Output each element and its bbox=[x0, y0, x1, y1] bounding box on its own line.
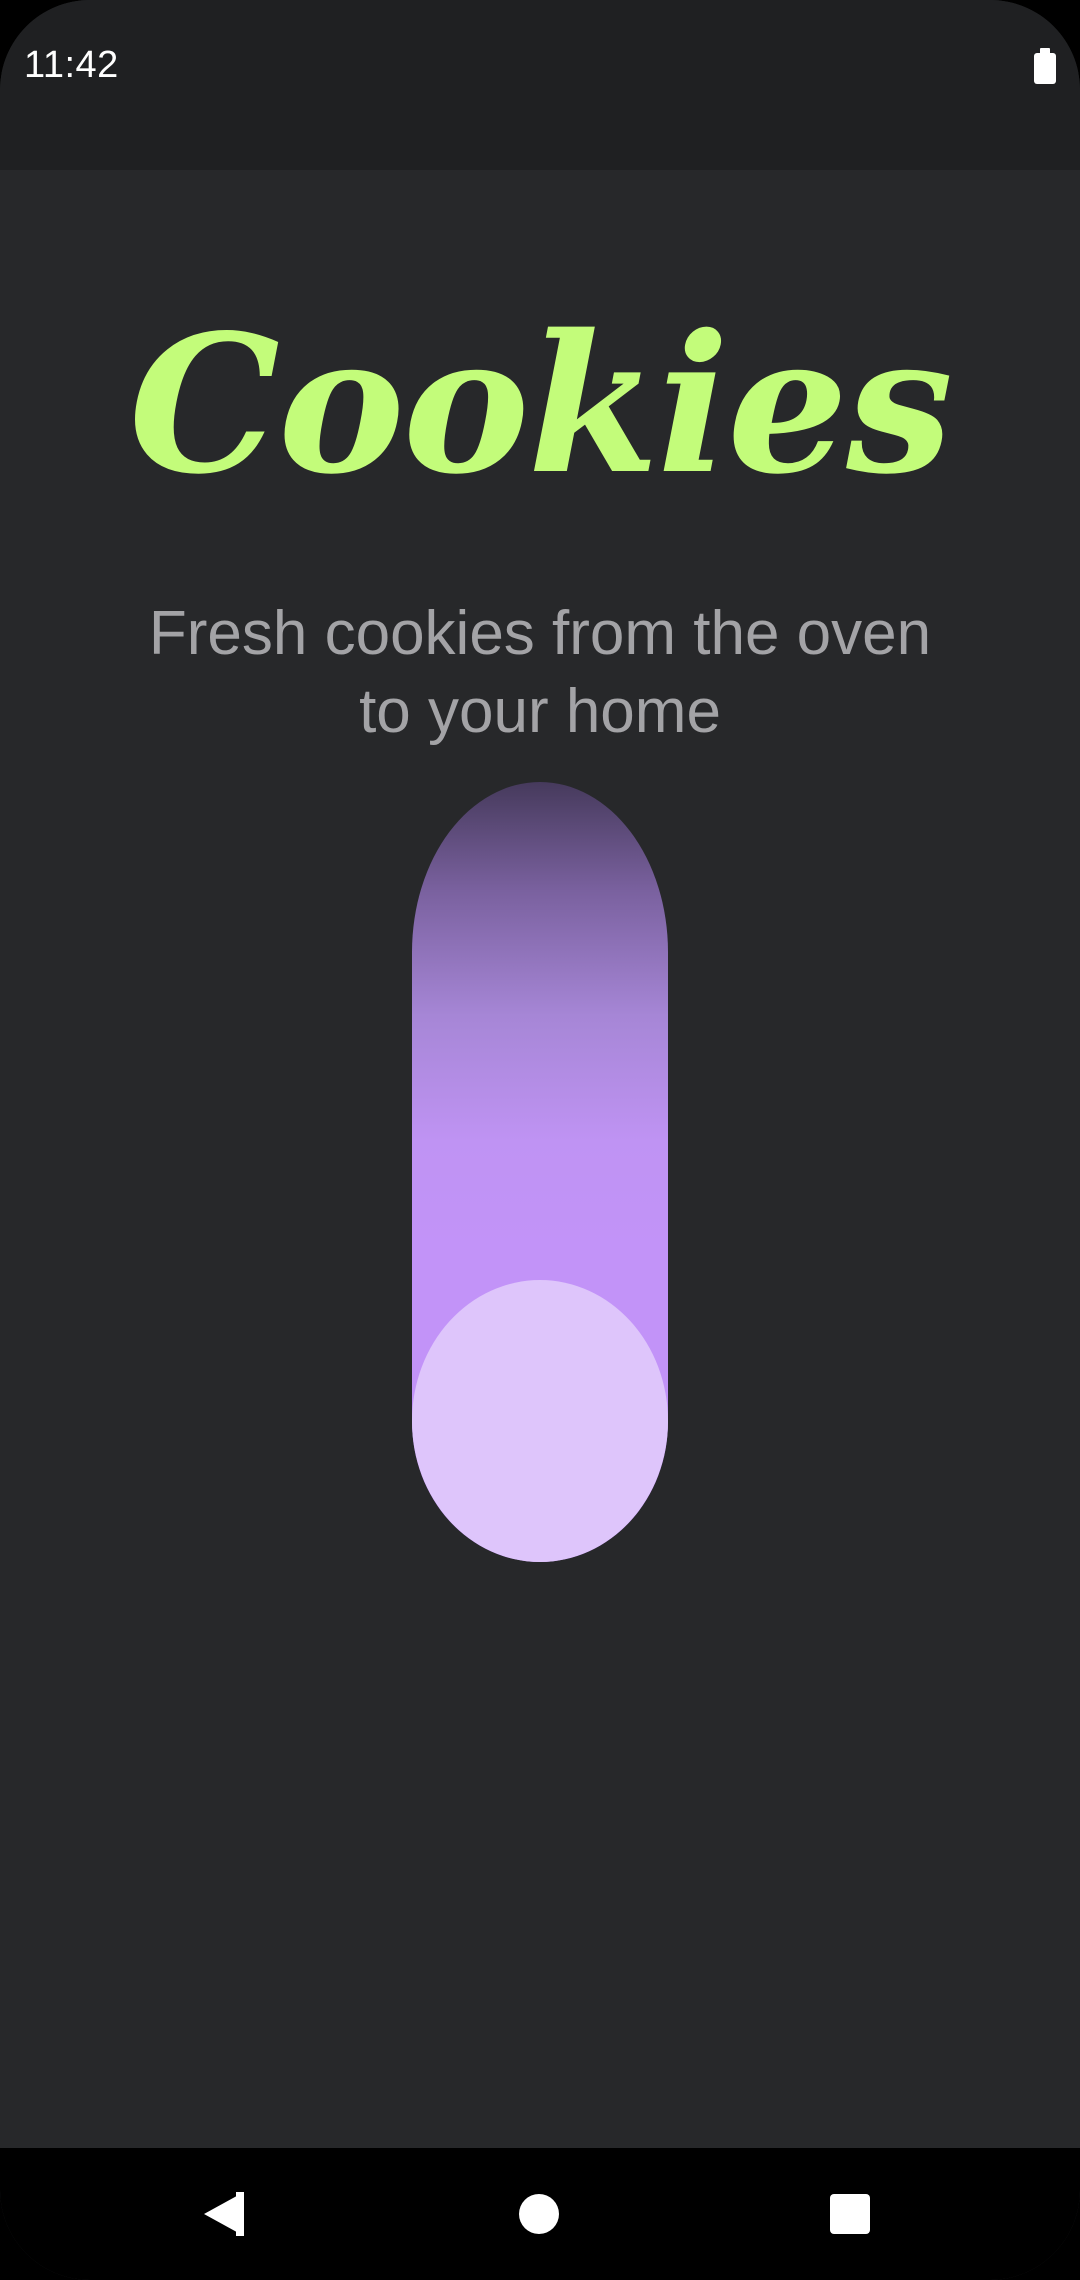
battery-body bbox=[1034, 53, 1056, 84]
vertical-toggle-thumb[interactable] bbox=[412, 1280, 668, 1562]
navigation-bar bbox=[0, 2148, 1080, 2280]
status-bar: 11:42 bbox=[0, 0, 1080, 170]
home-icon[interactable] bbox=[519, 2194, 559, 2234]
app-subtitle: Fresh cookies from the oven to your home bbox=[148, 599, 932, 746]
back-icon-bar[interactable] bbox=[236, 2192, 244, 2236]
app-screen: 11:42 Cookies Fresh cookies from the ove… bbox=[0, 0, 1080, 2280]
status-time: 11:42 bbox=[24, 44, 119, 86]
battery-icon bbox=[1034, 48, 1056, 84]
app-title: Cookies bbox=[128, 293, 953, 516]
recents-icon[interactable] bbox=[830, 2194, 870, 2234]
